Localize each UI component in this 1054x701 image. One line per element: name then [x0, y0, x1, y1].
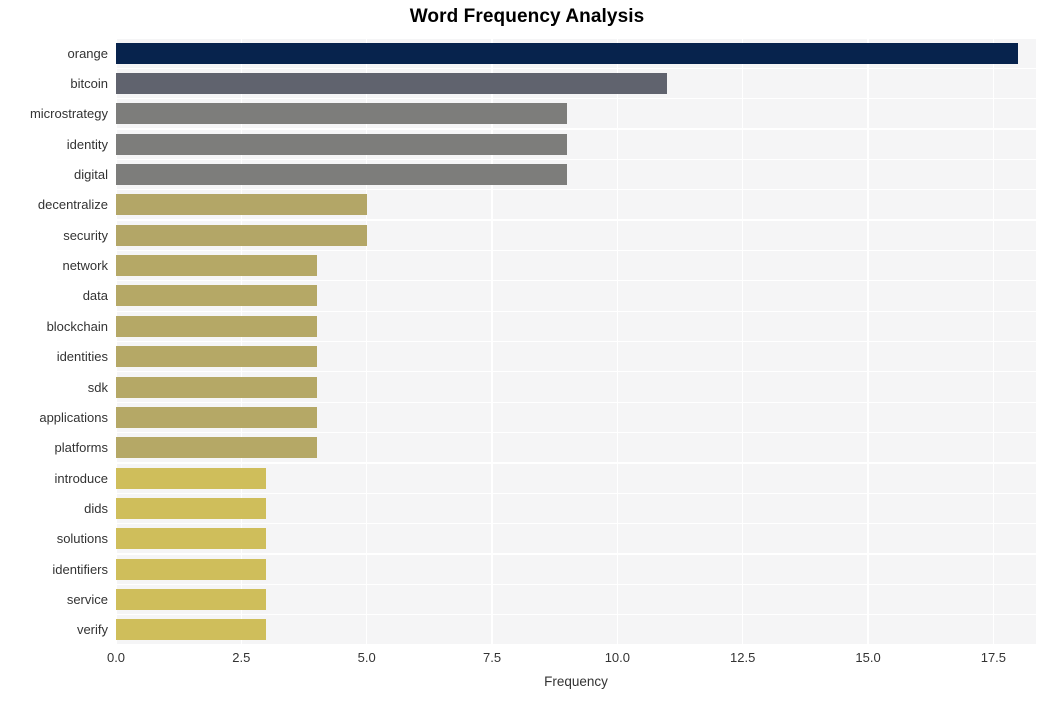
gridline-horizontal [116, 644, 1036, 645]
bar [116, 467, 267, 489]
bar [116, 558, 267, 580]
x-axis-tick-label: 2.5 [232, 650, 251, 665]
x-axis-tick-label: 10.0 [604, 650, 631, 665]
gridline-horizontal [116, 249, 1036, 252]
gridline-horizontal [116, 371, 1036, 373]
x-axis-tick-label: 0.0 [106, 650, 126, 665]
bar [116, 194, 367, 216]
bar [116, 528, 267, 550]
gridline-horizontal [116, 492, 1036, 494]
bar [116, 315, 317, 337]
bar [116, 164, 568, 186]
gridline-horizontal [116, 98, 1036, 100]
y-axis-tick-label: sdk [87, 379, 108, 395]
y-axis-tick-label: solutions [56, 531, 108, 547]
y-axis-tick-labels: orange bitcoin microstrategy identity digita… [0, 38, 108, 645]
gridline-horizontal [116, 340, 1036, 343]
bar [116, 285, 317, 307]
y-axis-tick-label: introduce [54, 470, 108, 486]
bar [116, 619, 267, 641]
x-axis-title: Frequency [544, 674, 608, 689]
gridline-horizontal [116, 401, 1036, 403]
y-axis-tick-label: service [66, 591, 108, 607]
bar [116, 42, 1019, 64]
y-axis-tick-label: platforms [54, 440, 108, 456]
y-axis-tick-label: bitcoin [70, 76, 108, 92]
bar [116, 133, 568, 155]
y-axis-tick-label: microstrategy [29, 106, 108, 122]
gridline-horizontal [116, 67, 1036, 69]
bar [116, 497, 267, 519]
bar [116, 73, 668, 95]
y-axis-tick-label: dids [84, 500, 108, 516]
y-axis-tick-label: orange [67, 45, 108, 61]
bar [116, 406, 317, 428]
gridline-horizontal [116, 583, 1036, 585]
gridline-horizontal [116, 280, 1036, 282]
y-axis-tick-label: digital [74, 167, 108, 183]
gridline-horizontal [116, 614, 1036, 616]
bar [116, 255, 317, 277]
x-axis-tick-labels: 0.0 2.5 5.0 7.5 10.0 12.5 15.0 17.5 [0, 650, 1054, 672]
x-axis-tick-label: 7.5 [482, 650, 502, 665]
bar [116, 224, 367, 246]
page-title: Word Frequency Analysis [409, 6, 645, 27]
plot-area [116, 38, 1036, 645]
gridline-horizontal [116, 553, 1036, 555]
gridline-horizontal [116, 38, 1036, 39]
gridline-horizontal [116, 128, 1036, 130]
gridline-horizontal [116, 219, 1036, 221]
bar [116, 103, 568, 125]
chart-figure: Word Frequency Analysis orange bitcoin mic… [0, 0, 1054, 701]
y-axis-tick-label: data [82, 288, 108, 304]
gridline-horizontal [116, 522, 1036, 525]
gridline-horizontal [116, 189, 1036, 191]
y-axis-tick-label: identities [56, 349, 108, 365]
bar [116, 376, 317, 398]
x-axis-tick-label: 17.5 [980, 650, 1007, 665]
bar [116, 588, 267, 610]
gridline-horizontal [116, 158, 1036, 161]
y-axis-tick-label: network [62, 258, 108, 274]
y-axis-tick-label: identifiers [52, 561, 108, 577]
bar [116, 437, 317, 459]
bar [116, 346, 317, 368]
y-axis-tick-label: verify [76, 622, 108, 638]
y-axis-tick-label: identity [66, 136, 108, 152]
x-axis-tick-label: 12.5 [730, 650, 756, 665]
gridline-horizontal [116, 431, 1036, 434]
x-axis-tick-label: 5.0 [357, 650, 376, 665]
y-axis-tick-label: security [63, 227, 108, 243]
y-axis-tick-label: blockchain [46, 318, 108, 334]
y-axis-tick-label: decentralize [37, 197, 108, 213]
y-axis-tick-label: applications [39, 409, 108, 425]
x-axis-tick-label: 15.0 [855, 650, 881, 665]
gridline-horizontal [116, 462, 1036, 464]
gridline-horizontal [116, 310, 1036, 312]
